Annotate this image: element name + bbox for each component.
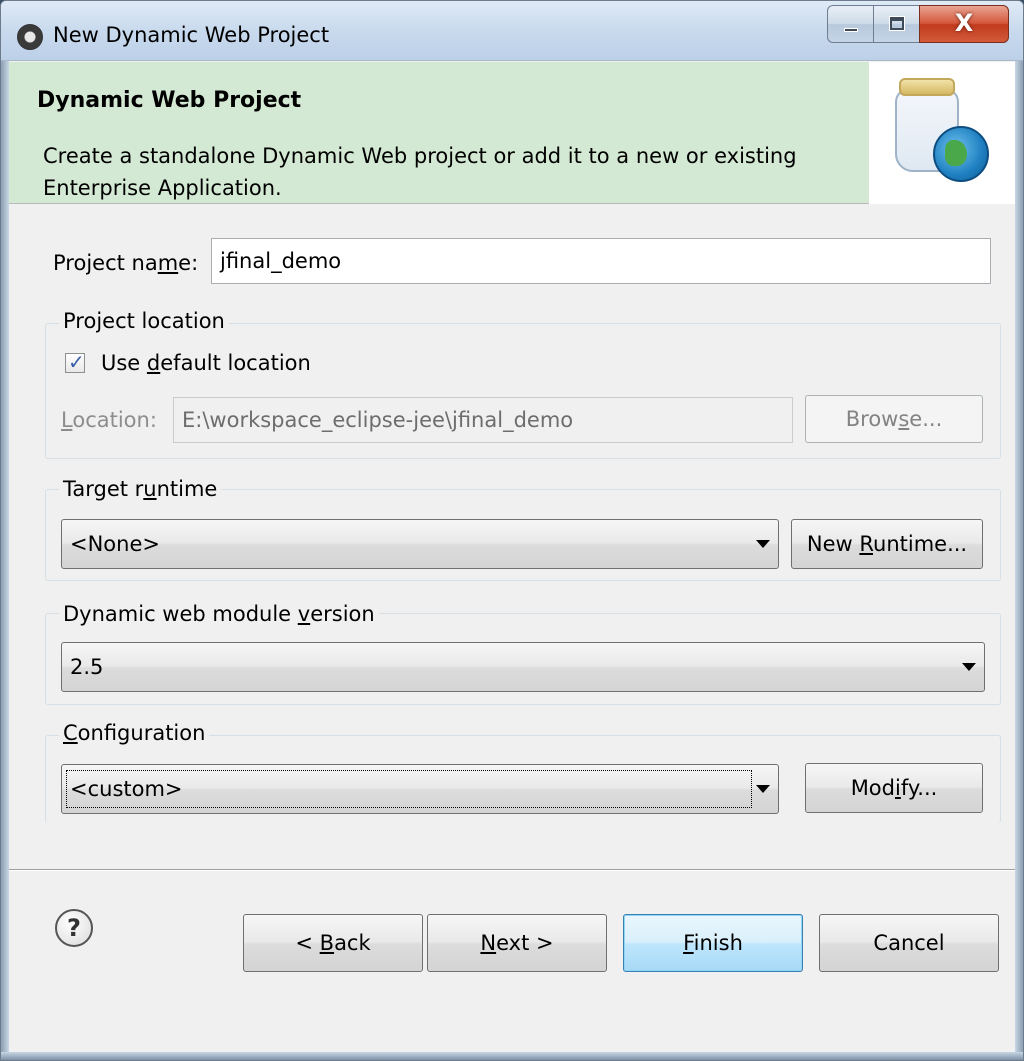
jar-globe-icon (869, 62, 1015, 204)
checkmark-icon: ✓ (68, 350, 85, 374)
configuration-select[interactable]: <custom> (61, 764, 779, 814)
module-version-select[interactable]: 2.5 (61, 642, 985, 692)
module-version-value: 2.5 (70, 655, 104, 679)
maximize-button[interactable] (873, 5, 919, 43)
project-name-input[interactable]: jfinal_demo (211, 238, 991, 284)
chevron-down-icon (962, 663, 976, 671)
eclipse-app-icon (17, 24, 43, 50)
globe-icon (933, 126, 989, 182)
configuration-title: Configuration (59, 721, 210, 745)
target-runtime-title: Target runtime (59, 477, 222, 501)
help-icon[interactable]: ? (55, 909, 93, 947)
minimize-button[interactable] (827, 5, 873, 43)
dialog-window: New Dynamic Web Project X Dynamic Web Pr… (0, 0, 1024, 1061)
finish-button[interactable]: Finish (623, 914, 803, 972)
browse-button: Browse... (805, 395, 983, 443)
wizard-banner: Dynamic Web Project Create a standalone … (9, 62, 1015, 204)
use-default-location-label[interactable]: Use default location (101, 351, 311, 375)
project-name-label: Project name: (53, 251, 199, 275)
next-button[interactable]: Next > (427, 914, 607, 972)
new-runtime-button[interactable]: New Runtime... (791, 519, 983, 569)
minimize-icon (844, 28, 858, 32)
window-controls: X (827, 5, 1009, 43)
title-bar[interactable]: New Dynamic Web Project X (1, 1, 1023, 61)
location-label: Location: (61, 408, 157, 432)
use-default-location-checkbox[interactable]: ✓ (65, 350, 85, 374)
window-frame-right (1015, 61, 1023, 1060)
cancel-button[interactable]: Cancel (819, 914, 999, 972)
footer-separator (9, 869, 1015, 871)
jar-lid-shape (899, 78, 955, 96)
configuration-value: <custom> (70, 777, 183, 801)
target-runtime-value: <None> (70, 532, 160, 556)
chevron-down-icon (756, 540, 770, 548)
banner-title: Dynamic Web Project (37, 88, 302, 113)
window-frame-left (1, 61, 9, 1060)
target-runtime-select[interactable]: <None> (61, 519, 779, 569)
back-button[interactable]: < Back (243, 914, 423, 972)
close-icon: X (954, 9, 974, 37)
maximize-icon (890, 17, 904, 30)
location-input: E:\workspace_eclipse-jee\jfinal_demo (173, 397, 793, 443)
close-button[interactable]: X (919, 5, 1009, 43)
window-frame-bottom (1, 1052, 1023, 1060)
project-location-title: Project location (59, 309, 229, 333)
modify-button[interactable]: Modify... (805, 763, 983, 813)
banner-description: Create a standalone Dynamic Web project … (43, 144, 797, 200)
chevron-down-icon (756, 785, 770, 793)
window-title: New Dynamic Web Project (53, 23, 330, 47)
module-version-title: Dynamic web module version (59, 602, 379, 626)
